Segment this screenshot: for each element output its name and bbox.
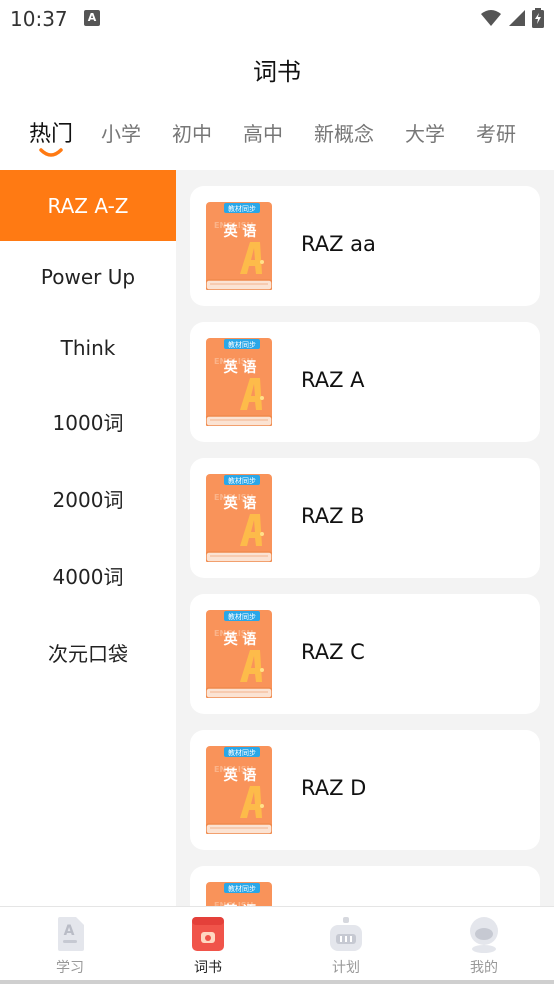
status-bar: 10:37 A — [0, 0, 554, 38]
wifi-icon — [481, 10, 501, 26]
signal-icon — [509, 10, 525, 26]
book-cover-image: 教材同步ENGLISH英 语 — [206, 746, 272, 834]
sidebar-item-raz-a-z[interactable]: RAZ A-Z — [0, 170, 176, 241]
book-card[interactable]: 教材同步ENGLISH英 语 — [190, 866, 540, 906]
text-a-icon: A — [84, 10, 100, 26]
book-category-sidebar: RAZ A-Z Power Up Think 1000词 2000词 4000词… — [0, 170, 176, 906]
sidebar-item-2000-words[interactable]: 2000词 — [0, 463, 176, 534]
study-icon: A — [58, 917, 84, 951]
sidebar-item-4000-words[interactable]: 4000词 — [0, 540, 176, 611]
svg-text:英 语: 英 语 — [223, 223, 257, 240]
sidebar-item-power-up[interactable]: Power Up — [0, 241, 176, 312]
tab-junior-high[interactable]: 初中 — [172, 118, 212, 147]
bottom-nav-study-label: 学习 — [56, 960, 84, 976]
home-indicator — [0, 980, 554, 984]
tab-university[interactable]: 大学 — [405, 118, 445, 147]
book-cover-image: 教材同步ENGLISH英 语 — [206, 338, 272, 426]
tab-active-indicator — [39, 148, 63, 157]
book-card[interactable]: 教材同步 ENGLISH 英 语 RAZ C — [190, 594, 540, 714]
status-icons — [480, 8, 544, 28]
page-title: 词书 — [253, 58, 301, 86]
status-time: 10:37 — [10, 7, 68, 31]
book-card[interactable]: 教材同步 ENGLISH 英 语 RAZ A — [190, 322, 540, 442]
svg-text:A: A — [64, 923, 75, 939]
tab-senior-high[interactable]: 高中 — [243, 118, 283, 147]
book-title: RAZ aa — [301, 232, 376, 256]
tab-new-concept[interactable]: 新概念 — [314, 118, 374, 147]
tab-primary[interactable]: 小学 — [101, 118, 141, 147]
tab-hot[interactable]: 热门 — [29, 116, 73, 148]
sidebar-item-ciyuan-koudai[interactable]: 次元口袋 — [0, 617, 176, 688]
book-title: RAZ B — [301, 504, 365, 528]
bottom-navigation: A 学习 词书 计划 我的 — [0, 906, 554, 980]
book-cover-image: 教材同步ENGLISH英 语 — [206, 202, 272, 290]
sidebar-item-think[interactable]: Think — [0, 312, 176, 383]
bottom-nav-study[interactable]: A 学习 — [20, 915, 120, 981]
sidebar-item-1000-words[interactable]: 1000词 — [0, 386, 176, 457]
bottom-nav-plan-label: 计划 — [332, 960, 360, 976]
book-title: RAZ A — [301, 368, 365, 392]
book-title: RAZ C — [301, 640, 365, 664]
svg-text:教材同步: 教材同步 — [228, 340, 256, 349]
book-card[interactable]: 教材同步 ENGLISH 英 语 RAZ aa — [190, 186, 540, 306]
category-tabs: 热门 小学 初中 高中 新概念 大学 考研 — [0, 110, 554, 160]
bottom-nav-plan[interactable]: 计划 — [296, 915, 396, 981]
svg-text:教材同步: 教材同步 — [228, 204, 256, 213]
bottom-nav-profile-label: 我的 — [470, 960, 498, 976]
svg-text:教材同步: 教材同步 — [228, 476, 256, 485]
book-list: 教材同步 ENGLISH 英 语 RAZ aa 教材同步 ENGLISH 英 语 RAZ A教… — [176, 170, 554, 906]
book-cover-image: 教材同步ENGLISH英 语 — [206, 610, 272, 698]
book-title: RAZ D — [301, 776, 367, 800]
svg-text:英 语: 英 语 — [223, 495, 257, 512]
bottom-nav-wordbook[interactable]: 词书 — [158, 915, 258, 981]
svg-text:英 语: 英 语 — [223, 767, 257, 784]
bottom-nav-wordbook-label: 词书 — [194, 960, 222, 976]
book-card[interactable]: 教材同步 ENGLISH 英 语 RAZ B — [190, 458, 540, 578]
tab-postgraduate[interactable]: 考研 — [476, 118, 516, 147]
plan-icon — [330, 917, 362, 951]
svg-text:教材同步: 教材同步 — [228, 612, 256, 621]
book-cover-image: 教材同步ENGLISH英 语 — [206, 474, 272, 562]
wordbook-icon — [192, 917, 224, 951]
book-cover-image: 教材同步ENGLISH英 语 — [206, 882, 272, 906]
book-card[interactable]: 教材同步 ENGLISH 英 语 RAZ D — [190, 730, 540, 850]
svg-text:英 语: 英 语 — [223, 359, 257, 376]
bottom-nav-profile[interactable]: 我的 — [434, 915, 534, 981]
profile-icon — [470, 917, 498, 953]
svg-text:教材同步: 教材同步 — [228, 884, 256, 893]
svg-text:教材同步: 教材同步 — [228, 748, 256, 757]
svg-text:英 语: 英 语 — [223, 631, 257, 648]
battery-icon — [532, 8, 544, 28]
